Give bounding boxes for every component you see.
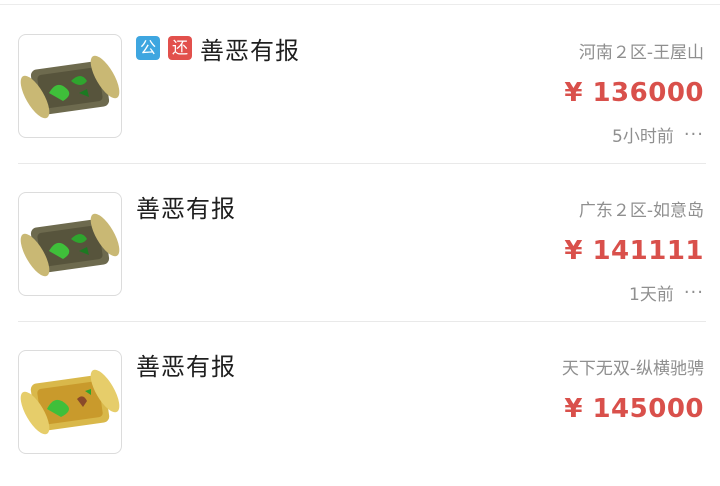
listing-item[interactable]: 善恶有报 天下无双-纵横驰骋 ¥ 145000 (0, 322, 720, 480)
listing-item[interactable]: 公 还 善恶有报 河南２区-王屋山 ¥ 136000 5小时前 ··· (0, 6, 720, 164)
title-row: 善恶有报 (136, 346, 236, 382)
price: ¥ 145000 (564, 394, 704, 424)
meta-row: 5小时前 ··· (612, 120, 704, 148)
item-title[interactable]: 善恶有报 (200, 31, 300, 66)
scroll-icon (18, 34, 122, 138)
scroll-icon (18, 350, 122, 454)
top-divider (0, 4, 720, 5)
item-title[interactable]: 善恶有报 (136, 347, 236, 382)
posted-time: 5小时前 (612, 126, 674, 147)
return-badge: 还 (168, 36, 192, 60)
posted-time: 1天前 (629, 284, 674, 305)
more-dots-icon[interactable]: ··· (684, 124, 704, 145)
server-label: 河南２区-王屋山 (578, 43, 704, 63)
scroll-icon (18, 192, 122, 296)
price: ¥ 136000 (564, 78, 704, 108)
more-dots-icon[interactable]: ··· (684, 282, 704, 303)
server-label: 天下无双-纵横驰骋 (561, 359, 704, 379)
listing-item[interactable]: 善恶有报 广东２区-如意岛 ¥ 141111 1天前 ··· (0, 164, 720, 322)
title-row: 公 还 善恶有报 (136, 30, 300, 66)
meta-row: 1天前 ··· (629, 278, 704, 306)
item-title[interactable]: 善恶有报 (136, 189, 236, 224)
server-label: 广东２区-如意岛 (578, 201, 704, 221)
title-row: 善恶有报 (136, 188, 236, 224)
public-badge: 公 (136, 36, 160, 60)
price: ¥ 141111 (564, 236, 704, 266)
